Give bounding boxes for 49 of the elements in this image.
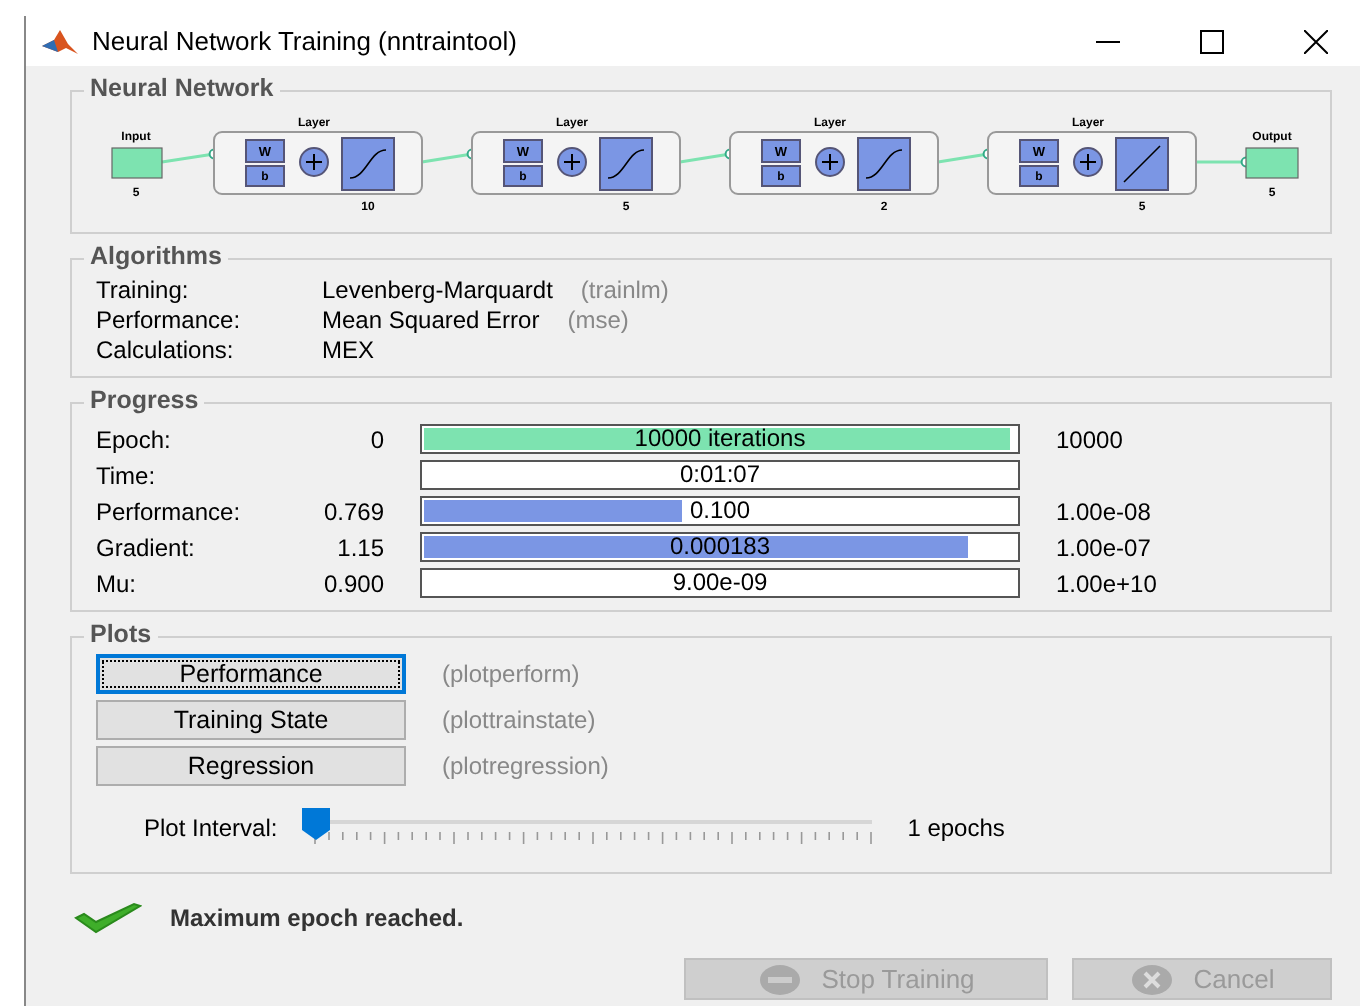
- cancel-icon: [1129, 963, 1174, 995]
- progress-label: Time:: [96, 461, 158, 489]
- algorithm-label: Performance:: [96, 306, 243, 334]
- checkmark-icon: [74, 902, 142, 934]
- start-value: 0: [368, 425, 386, 453]
- progress-reading: 0.000183: [667, 534, 773, 560]
- start-value: 0.769: [321, 497, 386, 525]
- logo-icon: [42, 27, 78, 55]
- progress-reading: 0:01:07: [677, 462, 763, 488]
- maximize-icon[interactable]: [1199, 29, 1223, 53]
- progress-label: Gradient:: [96, 533, 197, 561]
- group-title: Neural Network: [84, 74, 280, 102]
- group-title: Progress: [84, 386, 205, 414]
- function-name: (plotregression): [442, 752, 609, 780]
- input-block: [111, 147, 163, 179]
- stop-icon: [757, 963, 802, 995]
- progress-label: Epoch:: [96, 425, 173, 453]
- plot-button[interactable]: Performance: [96, 654, 406, 694]
- algorithm-value: Levenberg-Marquardt: [322, 276, 553, 304]
- function-name: (trainlm): [580, 276, 669, 304]
- group-title: Algorithms: [84, 242, 228, 270]
- algorithm-value: Mean Squared Error: [322, 306, 540, 334]
- progress-label: Performance:: [96, 497, 243, 525]
- algorithm-label: Calculations:: [96, 336, 236, 364]
- progress-reading: 9.00e-09: [670, 570, 770, 596]
- window-title: Neural Network Training (nntraintool): [92, 26, 519, 56]
- end-value: 10000: [1054, 425, 1125, 453]
- function-name: (mse): [567, 306, 629, 334]
- function-name: (plotperform): [442, 660, 580, 688]
- end-value: 1.00e-07: [1054, 533, 1153, 561]
- algorithm-value: MEX: [322, 336, 375, 364]
- plot-button[interactable]: Regression: [96, 746, 406, 786]
- algorithm-label: Training:: [96, 276, 191, 304]
- status-message: Maximum epoch reached.: [170, 904, 464, 932]
- close-icon[interactable]: [1303, 29, 1327, 53]
- progress-reading: 10000 iterations: [632, 426, 808, 452]
- start-value: 1.15: [335, 533, 386, 561]
- slider-reading: 1 epochs: [907, 814, 1005, 842]
- progress-reading: 0.100: [687, 498, 753, 524]
- group-title: Plots: [84, 620, 158, 648]
- end-value: 1.00e+10: [1054, 569, 1159, 597]
- slider-label: Plot Interval:: [144, 814, 278, 842]
- slider-thumb[interactable]: [301, 808, 330, 840]
- start-value: 0.900: [321, 569, 386, 597]
- function-name: (plottrainstate): [442, 706, 596, 734]
- end-value: 1.00e-08: [1054, 497, 1153, 525]
- plot-button[interactable]: Training State: [96, 700, 406, 740]
- progress-label: Mu:: [96, 569, 139, 597]
- output-block: [1245, 147, 1299, 179]
